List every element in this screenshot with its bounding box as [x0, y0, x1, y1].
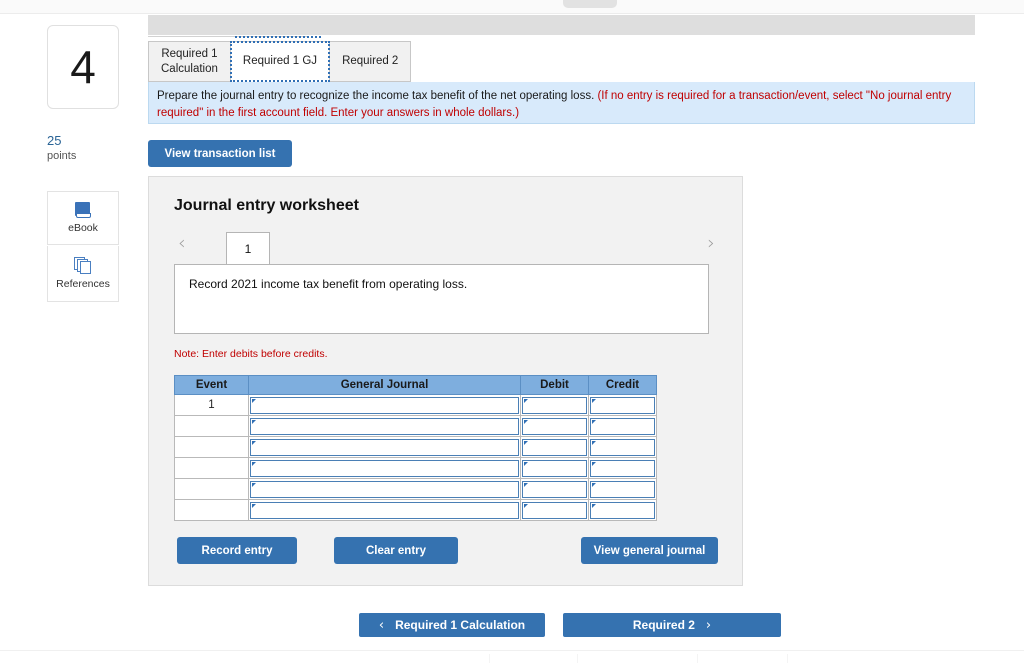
question-number: 4 [70, 41, 96, 93]
nav-next-requirement-button[interactable]: Required 2 › [563, 613, 781, 637]
credit-input[interactable] [590, 417, 655, 435]
cell-event [174, 457, 249, 479]
browser-top-strip [0, 0, 1024, 14]
instruction-banner: Prepare the journal entry to recognize t… [148, 82, 975, 124]
cell-event: 1 [174, 394, 249, 416]
footer-tick [489, 654, 490, 663]
journal-entry-table: Event General Journal Debit Credit 1 [174, 375, 657, 521]
top-partial-pill [563, 0, 617, 8]
references-button[interactable]: References [47, 246, 119, 302]
column-header-event: Event [174, 375, 249, 395]
table-row: 1 [174, 394, 657, 416]
table-row [174, 436, 657, 458]
journal-entry-worksheet-panel: Journal entry worksheet ‹ 1 › Record 202… [148, 176, 743, 586]
clear-entry-button[interactable]: Clear entry [334, 537, 458, 564]
footer-divider [0, 650, 1024, 651]
debit-input[interactable] [522, 459, 587, 477]
content-gray-band [148, 15, 975, 35]
points-value: 25 [47, 133, 62, 148]
cell-event [174, 499, 249, 521]
debit-input[interactable] [522, 417, 587, 435]
column-header-credit: Credit [588, 375, 657, 395]
worksheet-page-tab-1[interactable]: 1 [226, 232, 270, 264]
tab-required-2[interactable]: Required 2 [329, 41, 412, 82]
focus-dotted-indicator [235, 36, 321, 38]
footer-tick [697, 654, 698, 663]
column-header-debit: Debit [520, 375, 589, 395]
general-journal-account-select[interactable] [250, 417, 519, 435]
ebook-label: eBook [68, 222, 98, 234]
general-journal-account-select[interactable] [250, 438, 519, 456]
entry-description-text: Record 2021 income tax benefit from oper… [189, 277, 468, 291]
debit-input[interactable] [522, 438, 587, 456]
cell-event [174, 478, 249, 500]
book-icon [74, 202, 92, 218]
tab-required-1-gj[interactable]: Required 1 GJ [229, 41, 331, 82]
debit-input[interactable] [522, 396, 587, 414]
table-row [174, 499, 657, 521]
nav-next-label: Required 2 [632, 618, 695, 632]
documents-stack-icon [73, 257, 93, 274]
table-header-row: Event General Journal Debit Credit [174, 375, 657, 395]
nav-previous-label: Required 1 Calculation [395, 618, 526, 632]
credit-input[interactable] [590, 480, 655, 498]
debit-input[interactable] [522, 501, 587, 519]
instruction-primary-text: Prepare the journal entry to recognize t… [157, 90, 595, 102]
table-row [174, 457, 657, 479]
chevron-left-icon: ‹ [378, 617, 385, 633]
record-entry-button[interactable]: Record entry [177, 537, 297, 564]
table-row [174, 478, 657, 500]
question-number-box: 4 [47, 25, 119, 109]
credit-input[interactable] [590, 396, 655, 414]
credit-input[interactable] [590, 501, 655, 519]
ebook-button[interactable]: eBook [47, 191, 119, 245]
worksheet-title: Journal entry worksheet [174, 197, 359, 214]
general-journal-account-select[interactable] [250, 459, 519, 477]
general-journal-account-select[interactable] [250, 480, 519, 498]
cell-event [174, 415, 249, 437]
nav-previous-requirement-button[interactable]: ‹ Required 1 Calculation [359, 613, 545, 637]
table-row [174, 415, 657, 437]
page-root: 4 25 points eBook References Required 1 … [0, 0, 1024, 663]
debit-input[interactable] [522, 480, 587, 498]
general-journal-account-select[interactable] [250, 501, 519, 519]
general-journal-account-select[interactable] [250, 396, 519, 414]
chevron-left-icon[interactable]: ‹ [178, 234, 186, 253]
view-general-journal-button[interactable]: View general journal [581, 537, 718, 564]
requirement-tabs: Required 1 Calculation Required 1 GJ Req… [148, 41, 412, 82]
footer-tick [577, 654, 578, 663]
chevron-right-icon[interactable]: › [707, 234, 715, 253]
entry-description-box: Record 2021 income tax benefit from oper… [174, 264, 709, 334]
worksheet-pager: ‹ 1 › [174, 228, 719, 264]
tab-required-1-calculation[interactable]: Required 1 Calculation [148, 41, 231, 82]
chevron-right-icon: › [705, 617, 712, 633]
cell-event [174, 436, 249, 458]
points-label: points [47, 150, 77, 162]
footer-tick [787, 654, 788, 663]
debits-before-credits-note: Note: Enter debits before credits. [174, 348, 328, 360]
column-header-general-journal: General Journal [248, 375, 521, 395]
view-transaction-list-button[interactable]: View transaction list [148, 140, 292, 167]
credit-input[interactable] [590, 438, 655, 456]
references-label: References [56, 278, 110, 290]
credit-input[interactable] [590, 459, 655, 477]
